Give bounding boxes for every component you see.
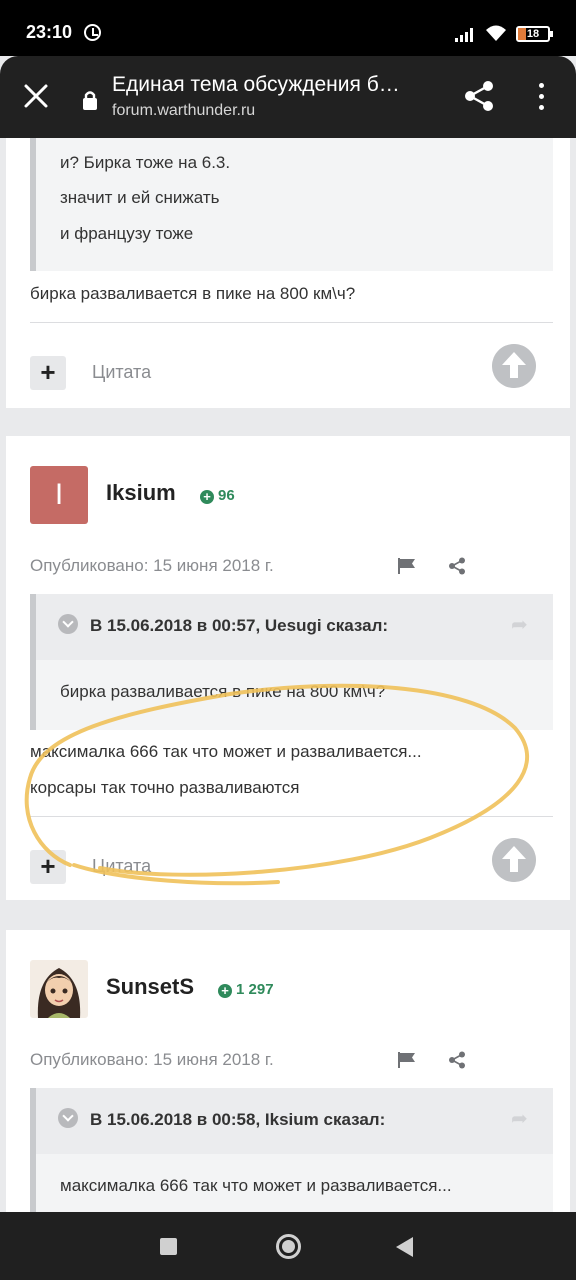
avatar-letter: I xyxy=(54,478,64,511)
share-icon[interactable] xyxy=(448,1051,466,1069)
post-text: максималка 666 так что может и развалива… xyxy=(30,742,422,761)
recent-apps-icon[interactable] xyxy=(160,1238,177,1255)
lock-icon xyxy=(83,91,97,110)
chevron-down-icon[interactable] xyxy=(58,1108,78,1128)
quote-text: бирка разваливается в пике на 800 км\ч? xyxy=(60,682,386,701)
battery-level: 18 xyxy=(526,28,540,40)
home-icon[interactable] xyxy=(276,1234,301,1259)
quote-body: бирка разваливается в пике на 800 км\ч? xyxy=(36,660,553,730)
upvote-icon[interactable] xyxy=(492,344,536,388)
close-icon[interactable] xyxy=(22,82,50,110)
reputation-count: 96 xyxy=(218,487,235,504)
plus-circle-icon: + xyxy=(218,984,232,998)
add-button[interactable]: + xyxy=(30,850,66,884)
alarm-icon xyxy=(84,24,101,41)
reputation-count: 1 297 xyxy=(236,981,274,998)
post-text: бирка разваливается в пике на 800 км\ч? xyxy=(30,284,356,303)
share-icon[interactable] xyxy=(464,80,494,112)
page-url[interactable]: forum.warthunder.ru xyxy=(112,102,255,120)
avatar[interactable]: I xyxy=(30,466,88,524)
quote-block: и? Бирка тоже на 6.3. значит и ей снижат… xyxy=(30,138,553,271)
forum-thread: и? Бирка тоже на 6.3. значит и ей снижат… xyxy=(0,138,576,1212)
status-bar: 23:10 18 xyxy=(0,0,576,56)
divider xyxy=(30,322,553,323)
quote-line: и французу тоже xyxy=(60,224,194,243)
reputation-badge: +1 297 xyxy=(218,981,274,998)
post-card: I Iksium +96 Опубликовано: 15 июня 2018 … xyxy=(6,436,570,900)
flag-icon[interactable] xyxy=(398,558,416,574)
flag-icon[interactable] xyxy=(398,1052,416,1068)
reputation-badge: +96 xyxy=(200,487,235,504)
quote-citation[interactable]: В 15.06.2018 в 00:57, Uesugi сказал: xyxy=(90,616,388,636)
chevron-down-icon[interactable] xyxy=(58,614,78,634)
status-time: 23:10 xyxy=(26,22,73,42)
quote-header: В 15.06.2018 в 00:58, Iksium сказал: ➦ xyxy=(36,1088,553,1154)
username[interactable]: SunsetS xyxy=(106,974,194,1000)
post-text: корсары так точно разваливаются xyxy=(30,778,300,797)
quote-text: максималка 666 так что может и развалива… xyxy=(60,1176,452,1195)
share-icon[interactable] xyxy=(448,557,466,575)
divider xyxy=(30,816,553,817)
jump-to-post-icon[interactable]: ➦ xyxy=(511,615,531,635)
battery-icon: 18 xyxy=(516,26,553,42)
quote-line: значит и ей снижать xyxy=(60,188,220,207)
post-card: SunsetS +1 297 Опубликовано: 15 июня 201… xyxy=(6,930,570,1212)
browser-toolbar: Единая тема обсуждения б… forum.warthund… xyxy=(0,56,576,138)
quote-block: В 15.06.2018 в 00:57, Uesugi сказал: ➦ б… xyxy=(30,594,553,730)
system-nav-bar xyxy=(0,1212,576,1280)
post-date: Опубликовано: 15 июня 2018 г. xyxy=(30,556,274,575)
quote-body: максималка 666 так что может и развалива… xyxy=(36,1154,553,1212)
post-date: Опубликовано: 15 июня 2018 г. xyxy=(30,1050,274,1069)
quote-button[interactable]: Цитата xyxy=(92,362,151,383)
overflow-menu-icon[interactable] xyxy=(536,83,546,111)
username[interactable]: Iksium xyxy=(106,480,176,506)
jump-to-post-icon[interactable]: ➦ xyxy=(511,1109,531,1129)
quote-header: В 15.06.2018 в 00:57, Uesugi сказал: ➦ xyxy=(36,594,553,660)
post-card: и? Бирка тоже на 6.3. значит и ей снижат… xyxy=(6,138,570,408)
signal-icon xyxy=(455,26,477,42)
add-button[interactable]: + xyxy=(30,356,66,390)
wifi-icon xyxy=(486,25,506,41)
quote-line: и? Бирка тоже на 6.3. xyxy=(60,153,231,172)
back-icon[interactable] xyxy=(396,1237,413,1257)
plus-circle-icon: + xyxy=(200,490,214,504)
quote-citation[interactable]: В 15.06.2018 в 00:58, Iksium сказал: xyxy=(90,1110,385,1130)
quote-block: В 15.06.2018 в 00:58, Iksium сказал: ➦ м… xyxy=(30,1088,553,1212)
avatar[interactable] xyxy=(30,960,88,1018)
page-title[interactable]: Единая тема обсуждения б… xyxy=(112,73,432,97)
quote-button[interactable]: Цитата xyxy=(92,856,151,877)
upvote-icon[interactable] xyxy=(492,838,536,882)
